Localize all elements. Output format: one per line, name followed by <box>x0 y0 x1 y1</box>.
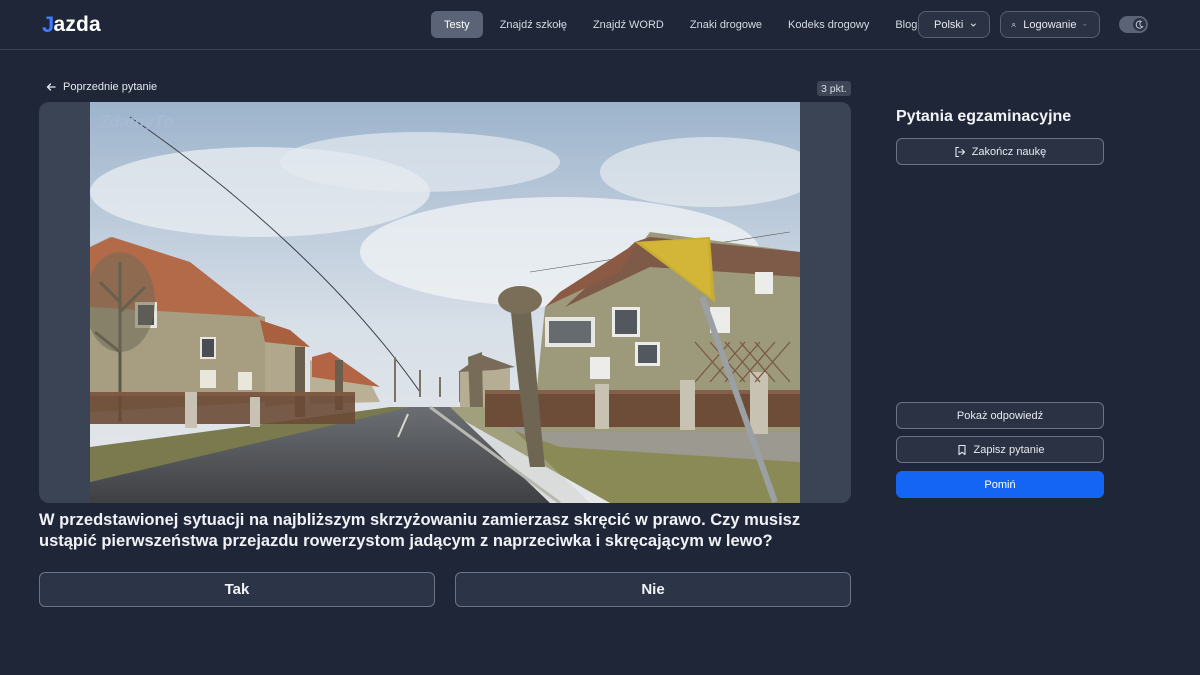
answer-yes-button[interactable]: Tak <box>39 572 435 607</box>
theme-toggle[interactable] <box>1119 16 1148 33</box>
logout-icon <box>955 146 965 157</box>
road-scene-photo <box>90 102 800 503</box>
end-learning-button[interactable]: Zakończ naukę <box>896 138 1104 165</box>
logo-text: azda <box>53 13 101 36</box>
main-nav: Testy Znajdź szkołę Znajdź WORD Znaki dr… <box>431 11 930 38</box>
language-label: Polski <box>934 18 964 31</box>
end-learning-label: Zakończ naukę <box>971 145 1047 158</box>
moon-icon <box>1135 20 1144 29</box>
user-icon <box>1011 22 1016 27</box>
save-question-button[interactable]: Zapisz pytanie <box>896 436 1104 463</box>
logo[interactable]: Jazda <box>42 12 101 38</box>
points-badge: 3 pkt. <box>817 81 851 96</box>
nav-item-testy[interactable]: Testy <box>431 11 483 38</box>
toggle-knob <box>1133 18 1146 31</box>
login-button[interactable]: Logowanie <box>1000 11 1100 38</box>
chevron-down-icon <box>971 23 977 26</box>
chevron-down-icon <box>1083 23 1087 26</box>
previous-question-label: Poprzednie pytanie <box>63 81 158 93</box>
top-navbar: Jazda Testy Znajdź szkołę Znajdź WORD Zn… <box>0 0 1200 50</box>
save-question-label: Zapisz pytanie <box>973 443 1045 456</box>
question-media: ZdamyTo <box>39 102 851 503</box>
nav-item-znajdz-szkole[interactable]: Znajdź szkołę <box>487 11 580 38</box>
arrow-left-icon <box>46 83 56 91</box>
skip-label: Pomiń <box>984 478 1016 491</box>
question-text: W przedstawionej sytuacji na najbliższym… <box>39 511 801 550</box>
previous-question-link[interactable]: Poprzednie pytanie <box>45 81 157 93</box>
language-select[interactable]: Polski <box>918 11 990 38</box>
nav-item-znajdz-word[interactable]: Znajdź WORD <box>580 11 677 38</box>
nav-item-kodeks-drogowy[interactable]: Kodeks drogowy <box>775 11 882 38</box>
sidebar-title: Pytania egzaminacyjne <box>896 108 1072 125</box>
answer-no-button[interactable]: Nie <box>455 572 851 607</box>
skip-button[interactable]: Pomiń <box>896 471 1104 498</box>
watermark: ZdamyTo <box>99 112 174 131</box>
login-label: Logowanie <box>1023 18 1077 31</box>
bookmark-icon <box>957 444 966 455</box>
show-answer-label: Pokaż odpowiedź <box>956 409 1044 422</box>
show-answer-button[interactable]: Pokaż odpowiedź <box>896 402 1104 429</box>
nav-item-znaki-drogowe[interactable]: Znaki drogowe <box>677 11 775 38</box>
